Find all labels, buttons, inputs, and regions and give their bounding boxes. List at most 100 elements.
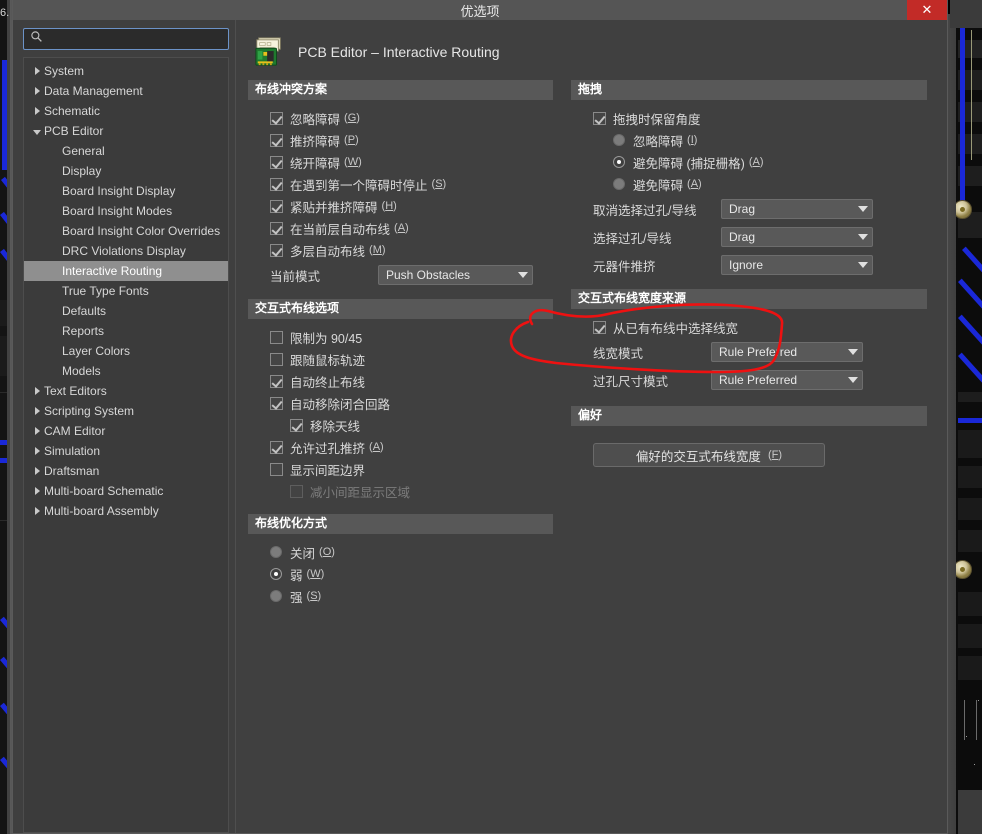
radio-强[interactable] — [270, 590, 282, 602]
radio-label: 避免障碍 (捕捉栅格) — [633, 156, 745, 171]
checkbox-row-紧贴并推挤障碍[interactable]: 紧贴并推挤障碍 (H) — [248, 195, 553, 217]
preferences-tree[interactable]: System Data Management Schematic PCB Editor… — [23, 57, 229, 833]
sidebar-item-board-insight-modes[interactable]: Board Insight Modes — [24, 201, 228, 221]
sidebar-item-draftsman[interactable]: Draftsman — [24, 461, 228, 481]
sidebar-item-multi-board-assembly[interactable]: Multi-board Assembly — [24, 501, 228, 521]
checkbox-紧贴并推挤障碍[interactable] — [270, 199, 283, 213]
sidebar-item-reports[interactable]: Reports — [24, 321, 228, 341]
radio-关闭[interactable] — [270, 546, 282, 558]
radio-row-弱[interactable]: 弱 (W) — [248, 563, 553, 585]
sidebar-item-simulation[interactable]: Simulation — [24, 441, 228, 461]
radio-弱[interactable] — [270, 568, 282, 580]
preserve-angle-row[interactable]: 拖拽时保留角度 — [571, 107, 927, 129]
sidebar-item-display[interactable]: Display — [24, 161, 228, 181]
checkbox-row-跟随鼠标轨迹[interactable]: 跟随鼠标轨迹 — [248, 348, 553, 370]
search-box[interactable] — [23, 28, 229, 50]
chevron-right-icon[interactable] — [30, 407, 44, 415]
sidebar-item-scripting-system[interactable]: Scripting System — [24, 401, 228, 421]
checkbox-row-在当前层自动布线[interactable]: 在当前层自动布线 (A) — [248, 217, 553, 239]
checkbox-row-自动终止布线[interactable]: 自动终止布线 — [248, 370, 553, 392]
chevron-down-icon[interactable] — [30, 127, 44, 135]
checkbox-自动移除闭合回路[interactable] — [270, 396, 283, 410]
combo-取消选择过孔-导线[interactable]: Drag — [721, 199, 873, 219]
sidebar-item-label: Multi-board Schematic — [44, 484, 164, 498]
sidebar-item-layer-colors[interactable]: Layer Colors — [24, 341, 228, 361]
favorite-widths-button[interactable]: 偏好的交互式布线宽度 (F) — [593, 443, 825, 467]
checkbox-row-忽略障碍[interactable]: 忽略障碍 (G) — [248, 107, 553, 129]
chevron-right-icon[interactable] — [30, 387, 44, 395]
checkbox-忽略障碍[interactable] — [270, 111, 283, 125]
checkbox-row-多层自动布线[interactable]: 多层自动布线 (M) — [248, 239, 553, 261]
search-input[interactable] — [43, 30, 223, 48]
chevron-right-icon[interactable] — [30, 467, 44, 475]
sidebar-item-cam-editor[interactable]: CAM Editor — [24, 421, 228, 441]
sidebar-item-board-insight-display[interactable]: Board Insight Display — [24, 181, 228, 201]
checkbox-限制为-90-45[interactable] — [270, 330, 283, 344]
radio-accel: (W) — [306, 568, 325, 580]
sidebar-item-multi-board-schematic[interactable]: Multi-board Schematic — [24, 481, 228, 501]
chevron-right-icon[interactable] — [30, 67, 44, 75]
radio-row-避免障碍[interactable]: 避免障碍 (A) — [571, 173, 927, 195]
checkbox-多层自动布线[interactable] — [270, 243, 283, 257]
checkbox-绕开障碍[interactable] — [270, 155, 283, 169]
checkbox-自动终止布线[interactable] — [270, 374, 283, 388]
sidebar-item-general[interactable]: General — [24, 141, 228, 161]
chevron-right-icon[interactable] — [30, 427, 44, 435]
sidebar-item-text-editors[interactable]: Text Editors — [24, 381, 228, 401]
checkbox-在遇到第一个障碍时停止[interactable] — [270, 177, 283, 191]
radio-row-关闭[interactable]: 关闭 (O) — [248, 541, 553, 563]
chevron-right-icon[interactable] — [30, 107, 44, 115]
preserve-angle-checkbox[interactable] — [593, 111, 606, 125]
preferences-dialog: 优选项 ✕ System Data Management Schematic PCB … — [12, 0, 948, 834]
checkbox-row-允许过孔推挤[interactable]: 允许过孔推挤 (A) — [248, 436, 553, 458]
combo-选择过孔-导线[interactable]: Drag — [721, 227, 873, 247]
checkbox-label: 自动移除闭合回路 — [290, 397, 391, 412]
sidebar-item-drc-violations-display[interactable]: DRC Violations Display — [24, 241, 228, 261]
sidebar-item-board-insight-color-overrides[interactable]: Board Insight Color Overrides — [24, 221, 228, 241]
checkbox-跟随鼠标轨迹[interactable] — [270, 352, 283, 366]
dialog-titlebar: 优选项 ✕ — [13, 0, 947, 20]
sidebar-item-label: Simulation — [44, 444, 101, 458]
combo-row-过孔尺寸模式: 过孔尺寸模式 Rule Preferred — [571, 366, 927, 394]
checkbox-允许过孔推挤[interactable] — [270, 440, 283, 454]
sidebar-item-label: Reports — [62, 324, 105, 338]
sidebar-item-interactive-routing[interactable]: Interactive Routing — [24, 261, 228, 281]
radio-避免障碍-捕捉栅格-[interactable] — [613, 156, 625, 168]
checkbox-row-显示间距边界[interactable]: 显示间距边界 — [248, 458, 553, 480]
checkbox-row-自动移除闭合回路[interactable]: 自动移除闭合回路 — [248, 392, 553, 414]
checkbox-移除天线[interactable] — [290, 418, 303, 432]
radio-row-避免障碍-捕捉栅格-[interactable]: 避免障碍 (捕捉栅格) (A) — [571, 151, 927, 173]
chevron-right-icon[interactable] — [30, 487, 44, 495]
sidebar-item-data-management[interactable]: Data Management — [24, 81, 228, 101]
checkbox-row-在遇到第一个障碍时停止[interactable]: 在遇到第一个障碍时停止 (S) — [248, 173, 553, 195]
sidebar-item-true-type-fonts[interactable]: True Type Fonts — [24, 281, 228, 301]
pickup-width-checkbox[interactable] — [593, 320, 606, 334]
radio-避免障碍[interactable] — [613, 178, 625, 190]
checkbox-row-限制为-90-45[interactable]: 限制为 90/45 — [248, 326, 553, 348]
checkbox-row-绕开障碍[interactable]: 绕开障碍 (W) — [248, 151, 553, 173]
radio-row-忽略障碍[interactable]: 忽略障碍 (I) — [571, 129, 927, 151]
favorite-widths-label: 偏好的交互式布线宽度 — [635, 449, 761, 464]
checkbox-在当前层自动布线[interactable] — [270, 221, 283, 235]
radio-row-强[interactable]: 强 (S) — [248, 585, 553, 607]
combo-元器件推挤[interactable]: Ignore — [721, 255, 873, 275]
sidebar-item-models[interactable]: Models — [24, 361, 228, 381]
combo-线宽模式[interactable]: Rule Preferred — [711, 342, 863, 362]
chevron-right-icon[interactable] — [30, 507, 44, 515]
radio-忽略障碍[interactable] — [613, 134, 625, 146]
pickup-width-row[interactable]: 从已有布线中选择线宽 — [571, 316, 927, 338]
group-header-routing-conflict: 布线冲突方案 — [248, 80, 553, 100]
sidebar-item-system[interactable]: System — [24, 61, 228, 81]
sidebar-item-schematic[interactable]: Schematic — [24, 101, 228, 121]
checkbox-显示间距边界[interactable] — [270, 462, 283, 476]
sidebar-item-pcb-editor[interactable]: PCB Editor — [24, 121, 228, 141]
combo-过孔尺寸模式[interactable]: Rule Preferred — [711, 370, 863, 390]
checkbox-row-移除天线[interactable]: 移除天线 — [248, 414, 553, 436]
checkbox-row-推挤障碍[interactable]: 推挤障碍 (P) — [248, 129, 553, 151]
checkbox-推挤障碍[interactable] — [270, 133, 283, 147]
current-mode-combo[interactable]: Push Obstacles — [378, 265, 533, 285]
close-button[interactable]: ✕ — [907, 0, 947, 20]
chevron-right-icon[interactable] — [30, 87, 44, 95]
chevron-right-icon[interactable] — [30, 447, 44, 455]
sidebar-item-defaults[interactable]: Defaults — [24, 301, 228, 321]
